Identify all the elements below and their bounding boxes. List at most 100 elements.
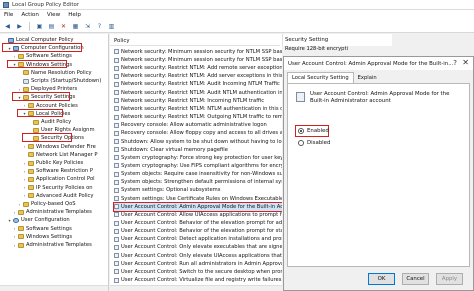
tree-expander-icon[interactable]: › [22,185,27,190]
back-icon[interactable]: ◀ [3,22,12,31]
up-folder-icon[interactable]: ▣ [35,22,44,31]
tab-explain[interactable]: Explain [354,72,381,83]
tree-expander-icon[interactable]: › [22,144,27,149]
policy-row[interactable]: Network security: Restrict NTLM: Audit I… [114,81,282,89]
tree-expander-icon[interactable]: › [12,54,17,59]
policy-row[interactable]: System objects: Strengthen default permi… [114,178,282,186]
tree-node[interactable]: › Windows Defender Fire [22,143,96,151]
cancel-button[interactable]: Cancel [402,273,429,285]
tree-expander-icon[interactable]: › [22,103,27,108]
security-setting-header[interactable]: Security Setting [285,37,328,43]
policy-icon [114,277,119,283]
policy-row[interactable]: System objects: Require case insensitivi… [114,170,282,178]
folder-icon [28,176,34,182]
disabled-option[interactable]: Disabled [298,140,330,146]
policy-row[interactable]: Network security: Restrict NTLM: Add ser… [114,72,282,80]
tree-highlight-box [22,133,72,142]
policy-row[interactable]: User Account Control: Switch to the secu… [114,268,282,276]
policy-row[interactable]: User Account Control: Admin Approval Mod… [113,201,282,212]
tree-node[interactable]: › Application Control Pol [22,175,95,183]
tree-expander-icon[interactable]: › [22,193,27,198]
policy-row[interactable]: Network security: Restrict NTLM: Incomin… [114,97,282,105]
security-setting-value: Require 128-bit encrypti [285,46,348,52]
policy-column-header[interactable]: Policy [110,37,280,46]
folder-icon [28,103,34,109]
help-icon[interactable]: ? [453,59,457,67]
tree-node[interactable]: › Windows Settings [12,233,72,241]
policy-row[interactable]: Network security: Restrict NTLM: Audit N… [114,89,282,97]
list-scrollbar[interactable] [110,285,282,291]
menu-file[interactable]: File [4,12,13,18]
policy-list[interactable]: Policy Network security: Minimum session… [110,34,282,291]
tree-node[interactable]: Audit Policy [27,118,71,126]
policy-row[interactable]: System cryptography: Force strong key pr… [114,154,282,162]
policy-row[interactable]: User Account Control: Behavior of the el… [114,227,282,235]
policy-row[interactable]: Shutdown: Clear virtual memory pagefile [114,146,282,154]
menu-action[interactable]: Action [21,12,39,18]
menu-view[interactable]: View [47,12,60,18]
show-hide-tree-icon[interactable]: ▤ [47,22,56,31]
policy-row[interactable]: System settings: Use Certificate Rules o… [114,195,282,203]
policy-row[interactable]: User Account Control: Only elevate execu… [114,244,282,252]
tree-expander-icon[interactable]: › [22,161,27,166]
policy-row[interactable]: User Account Control: Detect application… [114,235,282,243]
policy-row[interactable]: Network security: Minimum session securi… [114,48,282,56]
tree-expander-icon[interactable]: › [12,234,17,239]
policy-icon [114,261,119,267]
tree-node[interactable]: › Policy-based QoS [17,200,76,208]
policy-row[interactable]: Network security: Restrict NTLM: NTLM au… [114,105,282,113]
policy-row[interactable]: Recovery console: Allow floppy copy and … [114,130,282,138]
policy-row[interactable]: User Account Control: Virtualize file an… [114,276,282,284]
tree-expander-icon[interactable]: › [22,169,27,174]
apply-button[interactable]: Apply [436,273,463,285]
tree-node[interactable]: › Administrative Templates [12,241,92,249]
tree-node[interactable]: › IP Security Policies on [22,184,93,192]
tree-scrollbar[interactable] [0,285,108,291]
menu-help[interactable]: Help [68,12,81,18]
policy-row[interactable]: User Account Control: Allow UIAccess app… [114,211,282,219]
ok-button[interactable]: OK [368,273,395,285]
tree-node[interactable]: › Advanced Audit Policy [22,192,94,200]
forward-icon[interactable]: ▶ [15,22,24,31]
policy-row[interactable]: System settings: Optional subsystems [114,187,282,195]
disabled-radio[interactable] [298,140,304,146]
close-icon[interactable]: ✕ [462,58,469,67]
policy-row[interactable]: User Account Control: Only elevate UIAcc… [114,252,282,260]
tree-node[interactable]: › Public Key Policies [22,159,84,167]
tree-expander-icon[interactable]: ▾ [7,218,12,223]
console-tree[interactable]: Local Computer Policy ▾ Computer Configura… [0,34,109,291]
policy-row[interactable]: Network security: Restrict NTLM: Add rem… [114,64,282,72]
tree-node[interactable]: › Administrative Templates [12,208,92,216]
policy-row[interactable]: Network security: Minimum session securi… [114,56,282,64]
policy-row[interactable]: Network security: Restrict NTLM: Outgoin… [114,113,282,121]
tree-expander-icon[interactable]: › [22,177,27,182]
properties-icon[interactable]: ▦ [71,22,80,31]
tree-node[interactable]: › Software Settings [12,225,72,233]
policy-icon [114,49,119,55]
enabled-radio[interactable] [298,128,304,134]
policy-row[interactable]: User Account Control: Behavior of the el… [114,219,282,227]
tree-node[interactable]: Scripts (Startup/Shutdown) [17,77,101,85]
tree-expander-icon[interactable]: › [17,87,22,92]
tab-panel: User Account Control: Admin Approval Mod… [287,83,470,267]
enabled-option[interactable]: Enabled [298,128,329,134]
help-topics-icon[interactable]: ▥ [107,22,116,31]
tree-node[interactable]: Network List Manager P [22,151,98,159]
policy-row[interactable]: User Account Control: Run all administra… [114,260,282,268]
dialog-title-bar[interactable]: User Account Control: Admin Approval Mod… [284,57,473,70]
help-icon[interactable]: ? [95,22,104,31]
policy-label: User Account Control: Behavior of the el… [121,220,282,227]
tree-node[interactable]: › Software Restriction P [22,167,93,175]
policy-row[interactable]: Recovery console: Allow automatic admini… [114,121,282,129]
tree-expander-icon[interactable]: › [12,243,17,248]
policy-row[interactable]: Shutdown: Allow system to be shut down w… [114,138,282,146]
export-list-icon[interactable]: ⇲ [83,22,92,31]
policy-row[interactable]: System cryptography: Use FIPS compliant … [114,162,282,170]
tree-expander-icon[interactable]: › [12,210,17,215]
tab-local-security-setting[interactable]: Local Security Setting [287,72,354,83]
tree-node[interactable]: ▾ User Configuration [7,216,69,224]
tree-node[interactable]: Name Resolution Policy [17,69,92,77]
delete-icon[interactable]: ✕ [59,22,68,31]
tree-expander-icon[interactable]: › [12,226,17,231]
tree-expander-icon[interactable]: › [17,202,22,207]
